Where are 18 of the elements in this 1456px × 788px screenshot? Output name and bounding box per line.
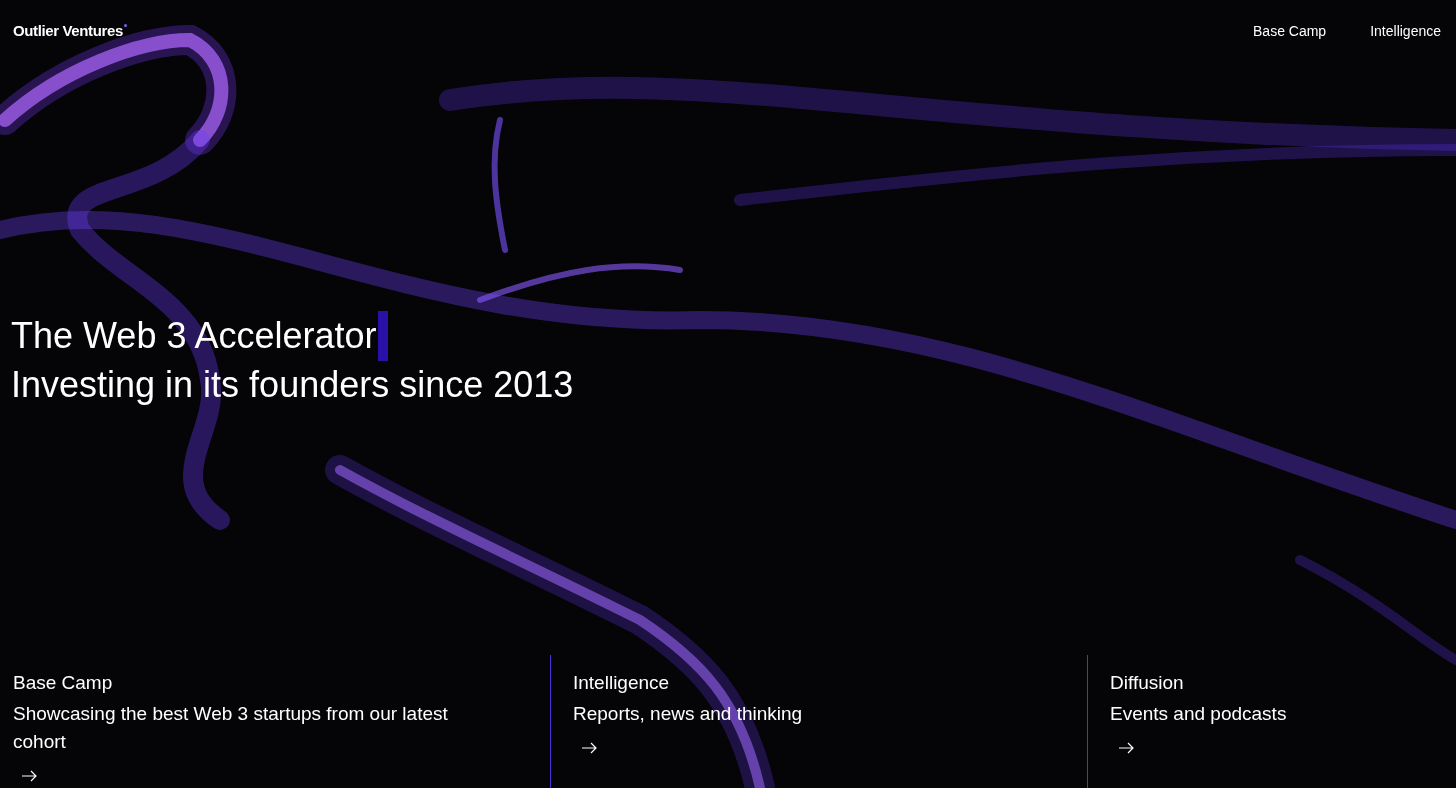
arrow-button[interactable] [580, 740, 598, 756]
logo-text[interactable]: Outlier Ventures [13, 20, 123, 43]
nav-link[interactable]: Base Camp [1253, 20, 1327, 42]
hero-heading: Investing in its founders since 2013 [11, 362, 574, 407]
section-description: Events and podcasts [1110, 702, 1288, 726]
section-description: Reports, news and thinking [573, 702, 804, 726]
arrow-right-icon [581, 742, 597, 754]
text-cursor [377, 310, 388, 361]
section-description: Showcasing the best Web 3 startups from our latest cohort [13, 702, 449, 754]
arrow-right-icon [1118, 742, 1134, 754]
section-title: Intelligence [573, 671, 671, 695]
arrow-button[interactable] [1117, 740, 1135, 756]
section-title: Base Camp [13, 671, 114, 695]
section-title: Diffusion [1110, 671, 1185, 695]
arrow-button[interactable] [20, 768, 38, 784]
hero-heading: The Web 3 Accelerator [11, 314, 377, 358]
nav-link[interactable]: Intelligence [1370, 20, 1441, 42]
arrow-right-icon [21, 770, 37, 782]
